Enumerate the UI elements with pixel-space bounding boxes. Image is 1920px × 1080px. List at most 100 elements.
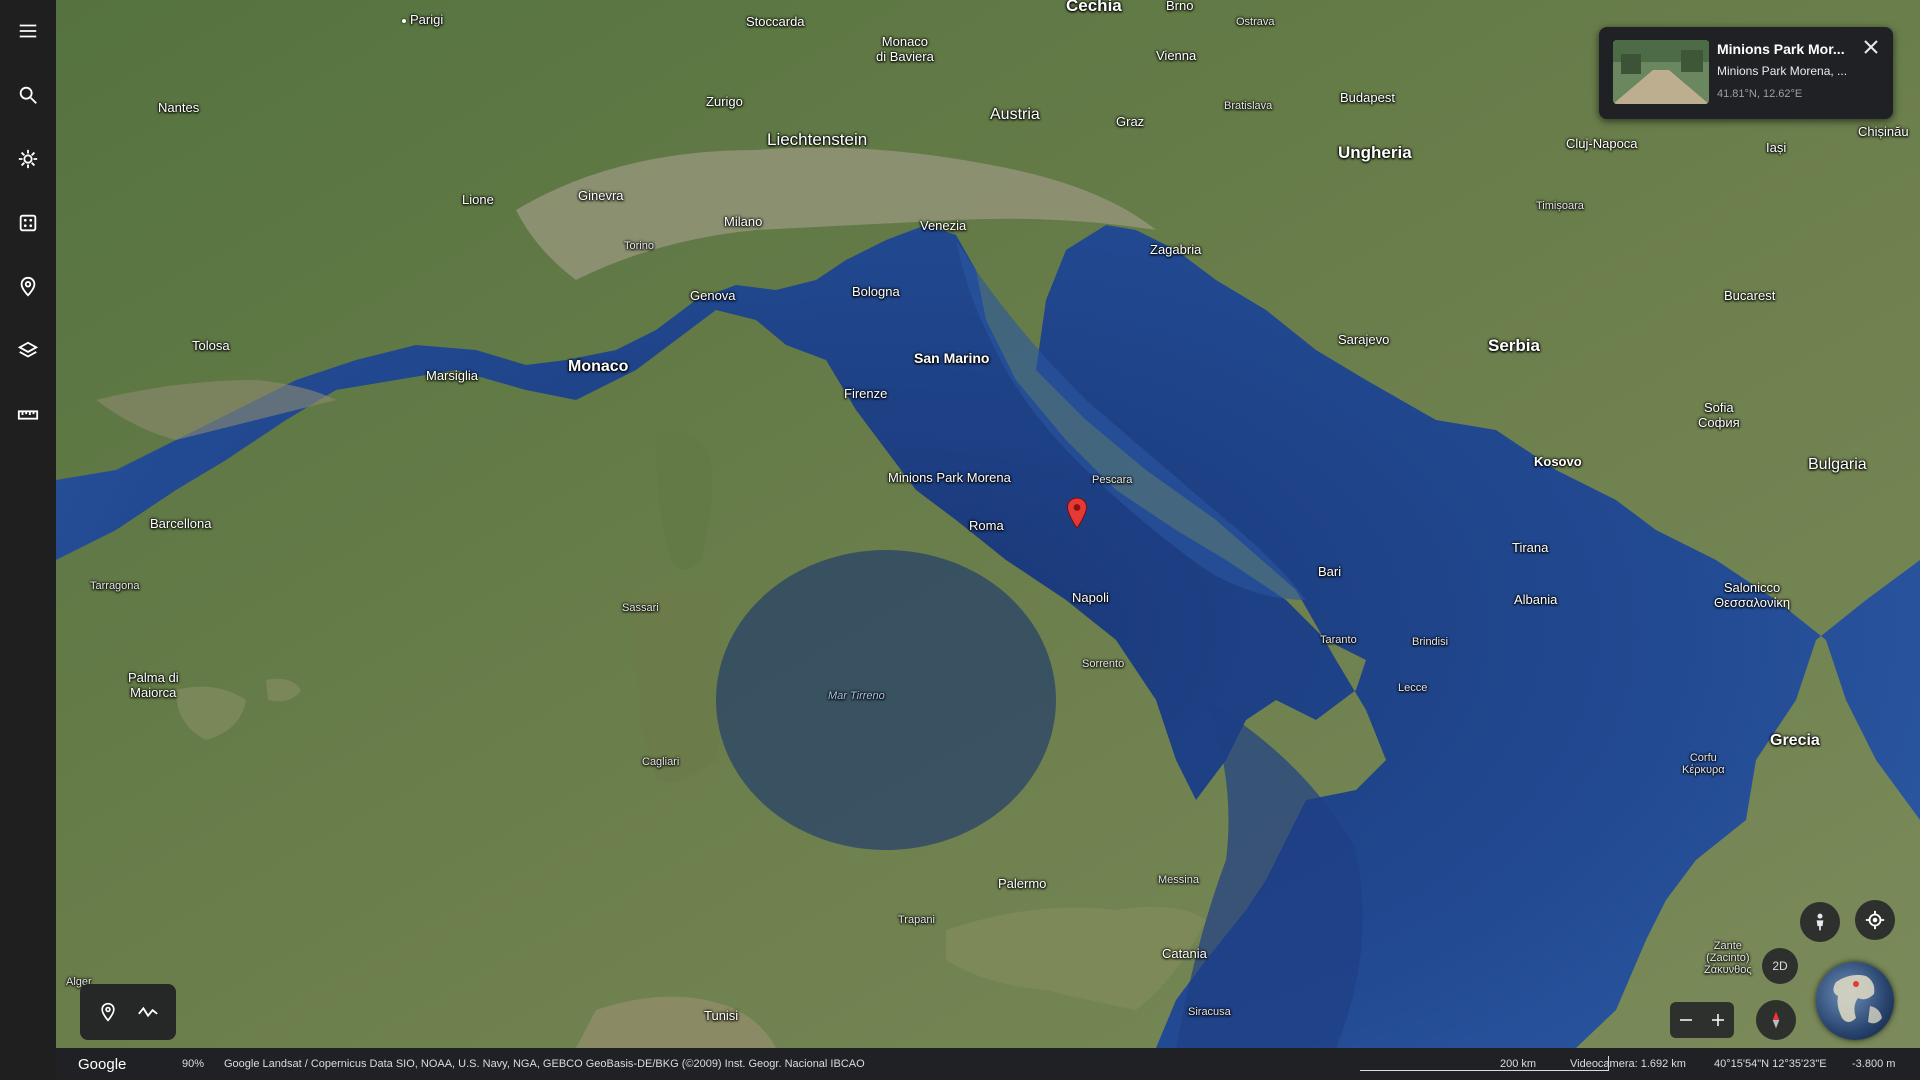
- label-salonicco: Salonicco Θεσσαλονίκη: [1714, 580, 1791, 610]
- label-palma: Palma di Maiorca: [128, 670, 179, 700]
- close-icon[interactable]: [1861, 37, 1881, 57]
- label-cagliari: Cagliari: [642, 756, 680, 768]
- globe-minimap[interactable]: [1816, 962, 1894, 1040]
- place-thumbnail[interactable]: [1613, 40, 1709, 104]
- search-icon: [19, 86, 37, 104]
- globe-icon: [1833, 974, 1882, 1024]
- label-bratislava: Bratislava: [1224, 100, 1273, 112]
- zoom-controls: [1670, 1002, 1734, 1038]
- compass-button[interactable]: [1756, 1000, 1796, 1040]
- path-icon: [138, 1006, 158, 1018]
- label-serbia: Serbia: [1488, 336, 1540, 355]
- label-sorrento: Sorrento: [1082, 658, 1125, 670]
- projects-button[interactable]: [10, 269, 46, 305]
- label-sofia: Sofia София: [1698, 400, 1740, 430]
- menu-button[interactable]: [10, 13, 46, 49]
- label-barcellona: Barcellona: [150, 516, 212, 531]
- label-tunisi: Tunisi: [704, 1008, 739, 1023]
- label-liechtenstein: Liechtenstein: [767, 130, 868, 149]
- label-ginevra: Ginevra: [578, 188, 624, 203]
- street-view-button[interactable]: [1800, 902, 1840, 942]
- place-title[interactable]: Minions Park Mor...: [1717, 41, 1845, 57]
- label-napoli: Napoli: [1072, 590, 1109, 605]
- placemark-icon: [101, 1002, 115, 1022]
- label-bucarest: Bucarest: [1724, 288, 1776, 303]
- imagery-percent: 90%: [182, 1058, 205, 1070]
- label-monaco-baviera: Monaco di Baviera: [876, 34, 934, 64]
- label-lione: Lione: [462, 192, 494, 207]
- label-cechia: Cechia: [1066, 0, 1122, 15]
- my-location-button[interactable]: [1855, 900, 1895, 940]
- projects-icon: [20, 276, 36, 297]
- label-ostrava: Ostrava: [1236, 16, 1275, 28]
- label-tirana: Tirana: [1512, 540, 1549, 555]
- map-style-button[interactable]: [10, 333, 46, 369]
- draw-path-button[interactable]: [134, 998, 162, 1026]
- search-button[interactable]: [10, 77, 46, 113]
- toggle-2d-button[interactable]: 2D: [1762, 948, 1798, 984]
- label-brindisi: Brindisi: [1412, 636, 1449, 648]
- menu-icon: [19, 24, 37, 38]
- label-bari: Bari: [1318, 564, 1342, 579]
- layers-icon: [17, 341, 39, 358]
- label-palermo: Palermo: [998, 876, 1047, 891]
- label-stoccarda: Stoccarda: [746, 14, 805, 29]
- place-photo-icon: [1613, 40, 1709, 104]
- label-austria: Austria: [990, 106, 1040, 123]
- label-ungheria: Ungheria: [1338, 143, 1412, 162]
- label-marsiglia: Marsiglia: [426, 368, 479, 383]
- label-genova: Genova: [690, 288, 736, 303]
- label-mar-tirreno: Mar Tirreno: [828, 690, 885, 702]
- dice-icon: [19, 214, 37, 232]
- label-graz: Graz: [1116, 114, 1145, 129]
- my-location-icon: [1865, 910, 1885, 930]
- label-messina: Messina: [1158, 874, 1199, 886]
- data-credits[interactable]: Google Landsat / Copernicus Data SIO, NO…: [224, 1058, 865, 1070]
- label-brno: Brno: [1166, 0, 1194, 13]
- label-pescara: Pescara: [1092, 474, 1133, 486]
- label-tarragona: Tarragona: [90, 580, 140, 592]
- label-kosovo: Kosovo: [1534, 454, 1582, 469]
- zoom-in-button[interactable]: [1702, 1002, 1734, 1038]
- label-bulgaria: Bulgaria: [1808, 456, 1867, 473]
- label-trapani: Trapani: [898, 914, 935, 926]
- add-placemark-button[interactable]: [94, 998, 122, 1026]
- feeling-lucky-button[interactable]: [10, 205, 46, 241]
- scale-label: 200 km: [1500, 1058, 1537, 1070]
- location-pin-icon[interactable]: [1066, 497, 1088, 529]
- status-bar: Google 90% Google Landsat / Copernicus D…: [56, 1048, 1920, 1080]
- label-lecce: Lecce: [1398, 682, 1428, 694]
- pegman-icon: [1816, 913, 1824, 931]
- label-taranto: Taranto: [1320, 634, 1357, 646]
- label-torino: Torino: [624, 240, 654, 252]
- cursor-coordinates: 40°15'54"N 12°35'23"E: [1714, 1058, 1827, 1070]
- label-firenze: Firenze: [844, 386, 888, 401]
- label-san-marino: San Marino: [914, 350, 990, 366]
- place-info-card[interactable]: Minions Park Mor... Minions Park Morena,…: [1599, 27, 1893, 119]
- label-sassari: Sassari: [622, 602, 659, 614]
- label-cluj: Cluj-Napoca: [1566, 136, 1638, 151]
- label-budapest: Budapest: [1340, 90, 1395, 105]
- terrain-elevation: -3.800 m: [1852, 1058, 1896, 1070]
- label-venezia: Venezia: [920, 218, 967, 233]
- map-canvas[interactable]: Cechia Brno Parigi Stoccarda Monaco di B…: [56, 0, 1920, 1048]
- label-tolosa: Tolosa: [192, 338, 230, 353]
- label-catania: Catania: [1162, 946, 1207, 961]
- minus-icon: [1680, 1019, 1692, 1021]
- label-monaco: Monaco: [568, 358, 629, 375]
- voyager-button[interactable]: [10, 141, 46, 177]
- left-toolbar: [0, 0, 56, 1080]
- place-coordinates: 41.81°N, 12.62°E: [1717, 88, 1803, 100]
- google-logo: Google: [78, 1055, 127, 1073]
- label-zante: Zante (Zacinto) Ζάκυνθος: [1704, 940, 1752, 976]
- label-roma: Roma: [969, 518, 1004, 533]
- label-zagabria: Zagabria: [1150, 242, 1202, 257]
- label-bologna: Bologna: [852, 284, 900, 299]
- measure-button[interactable]: [10, 397, 46, 433]
- label-sarajevo: Sarajevo: [1338, 332, 1390, 347]
- drawing-tools: [80, 984, 176, 1040]
- zoom-out-button[interactable]: [1670, 1002, 1702, 1038]
- label-minions: Minions Park Morena: [888, 470, 1011, 485]
- label-parigi: Parigi: [402, 12, 443, 27]
- label-nantes: Nantes: [158, 100, 200, 115]
